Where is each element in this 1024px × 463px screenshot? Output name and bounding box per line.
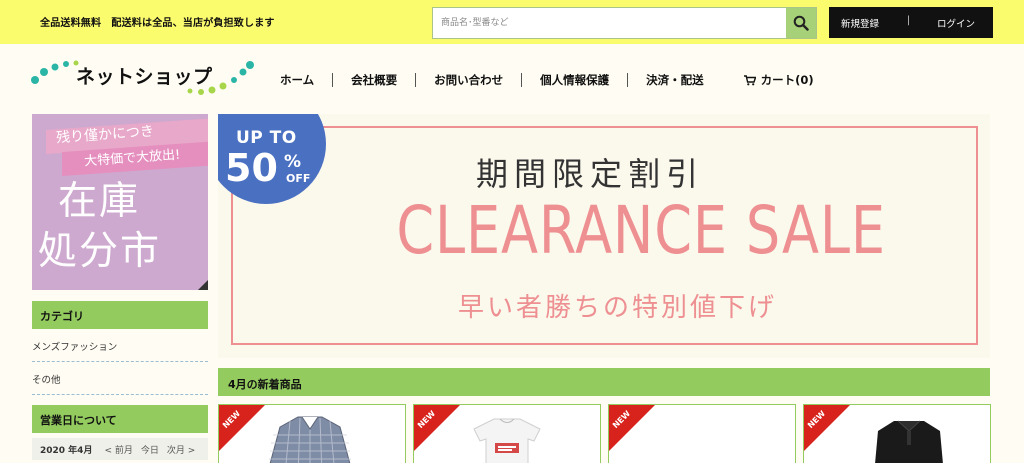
calendar-prev-button[interactable]: < 前月 [104, 443, 132, 456]
cart-icon [743, 74, 756, 85]
calendar-today-button[interactable]: 今日 [141, 443, 159, 456]
clearance-sale-banner[interactable]: UP TO 50 % OFF 期間限定割引 CLEARANCE SALE 早い者… [218, 114, 990, 358]
search-box [432, 7, 817, 39]
banner-big-text1: 在庫 [58, 179, 141, 224]
login-link[interactable]: ログイン [937, 16, 975, 30]
register-link[interactable]: 新規登録 [841, 16, 879, 30]
badge-value: 50 [225, 146, 278, 190]
nav-privacy[interactable]: 個人情報保護 [522, 72, 627, 88]
black-polo-image [875, 420, 943, 463]
badge-up-to: UP TO [236, 128, 297, 148]
calendar-header: 2020 年4月 < 前月 今日 次月 > [32, 438, 208, 460]
calendar-next-button[interactable]: 次月 > [167, 443, 195, 456]
product-card[interactable]: NEW [803, 404, 991, 463]
cart-link[interactable]: カート(0) [722, 72, 832, 88]
banner-big-text2: 処分市 [38, 229, 162, 274]
banner-corner [198, 280, 208, 290]
business-days-heading: 営業日について [32, 405, 208, 433]
logo-text: ネットショップ [76, 66, 213, 88]
checked-shirt-image [269, 416, 351, 463]
nav-home[interactable]: ホーム [262, 72, 332, 88]
top-bar: 全品送料無料 配送料は全品、当店が負担致します 新規登録 | ログイン [0, 0, 1024, 44]
account-separator: | [907, 15, 911, 26]
banner-heading: 期間限定割引 [476, 155, 705, 193]
white-tshirt-image [473, 418, 541, 463]
stock-clearance-banner[interactable]: 残り僅かにつき 大特価で大放出! 在庫 処分市 [32, 114, 208, 290]
search-input[interactable] [433, 8, 786, 38]
product-card[interactable]: NEW [413, 404, 601, 463]
new-products-heading: 4月の新着商品 [218, 368, 990, 396]
category-heading: カテゴリ [32, 301, 208, 329]
badge-off: OFF [286, 172, 311, 185]
category-other[interactable]: その他 [32, 372, 208, 395]
banner-sale-text: CLEARANCE SALE [396, 192, 886, 269]
product-card[interactable]: NEW [218, 404, 406, 463]
nav-company[interactable]: 会社概要 [333, 72, 415, 88]
account-box: 新規登録 | ログイン [829, 7, 993, 38]
banner-subtitle: 早い者勝ちの特別値下げ [458, 293, 778, 323]
badge-percent: % [284, 152, 302, 172]
shipping-notice: 全品送料無料 配送料は全品、当店が負担致します [40, 18, 275, 29]
main-nav: ホーム 会社概要 お問い合わせ 個人情報保護 決済・配送 カート(0) [262, 68, 832, 92]
product-card[interactable]: NEW [608, 404, 796, 463]
search-icon [793, 15, 809, 31]
calendar-month: 2020 年4月 [40, 445, 93, 456]
nav-payment-shipping[interactable]: 決済・配送 [628, 72, 722, 88]
category-mens-fashion[interactable]: メンズファッション [32, 339, 208, 362]
nav-contact[interactable]: お問い合わせ [416, 72, 521, 88]
cart-label: カート(0) [760, 73, 814, 87]
search-button[interactable] [786, 8, 816, 38]
shop-logo[interactable]: ネットショップ [30, 58, 256, 98]
